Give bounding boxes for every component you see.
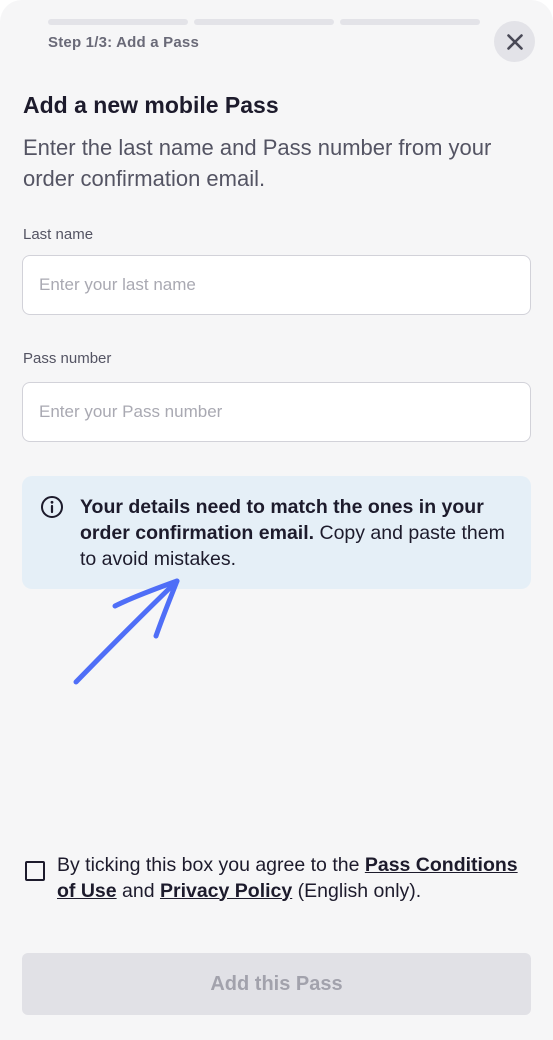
close-icon <box>506 33 523 50</box>
step-label: Step 1/3: Add a Pass <box>48 34 199 51</box>
progress-segment <box>340 19 480 25</box>
annotation-arrow <box>73 578 180 685</box>
consent-prefix: By ticking this box you agree to the <box>57 854 365 876</box>
page-title: Add a new mobile Pass <box>23 92 279 118</box>
last-name-input[interactable] <box>22 255 531 315</box>
last-name-label: Last name <box>23 226 94 243</box>
consent-checkbox[interactable] <box>25 861 45 881</box>
step-progress-bar <box>48 19 480 25</box>
page-subtitle: Enter the last name and Pass number from… <box>23 135 492 191</box>
consent-text: By ticking this box you agree to the Pas… <box>57 853 532 904</box>
consent-suffix: (English only). <box>292 879 422 902</box>
info-text: Your details need to match the ones in y… <box>80 494 510 572</box>
consent-middle: and <box>116 879 160 902</box>
add-pass-sheet: Step 1/3: Add a Pass Add a new mobile Pa… <box>0 0 553 1040</box>
add-pass-button[interactable]: Add this Pass <box>22 953 531 1015</box>
progress-segment <box>194 19 334 25</box>
progress-segment <box>48 19 188 25</box>
privacy-policy-link[interactable]: Privacy Policy <box>160 880 292 902</box>
info-icon <box>41 496 63 518</box>
pass-number-label: Pass number <box>23 350 112 367</box>
close-button[interactable] <box>494 21 535 62</box>
pass-number-input[interactable] <box>22 382 531 442</box>
